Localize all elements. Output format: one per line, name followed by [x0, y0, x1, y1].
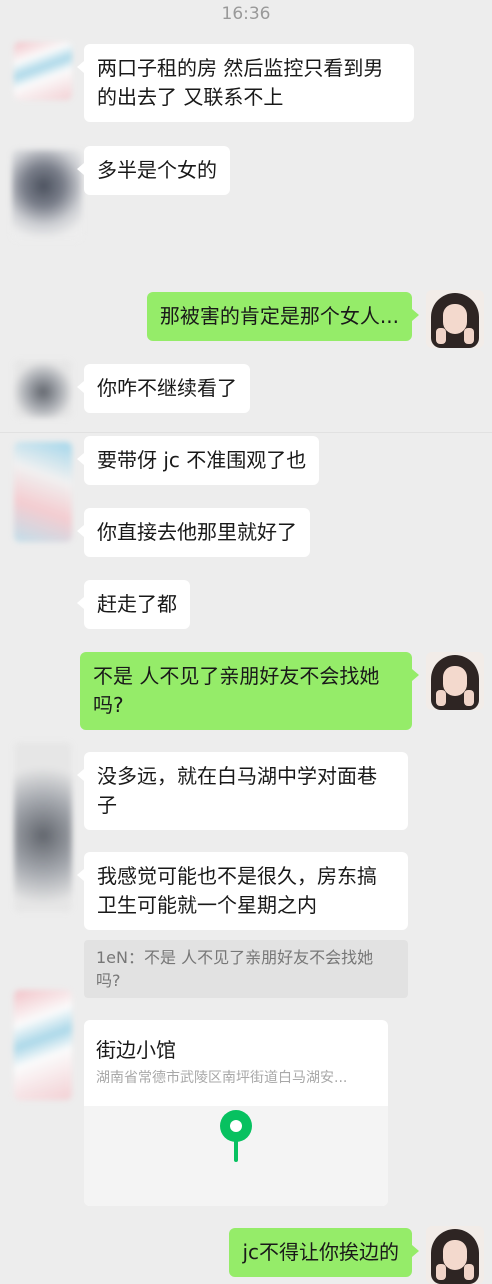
contact-avatar[interactable]: [14, 42, 72, 100]
message-bubble[interactable]: 不是 人不见了亲朋好友不会找她 吗?: [80, 652, 419, 730]
message-bubble[interactable]: 赶走了都: [77, 580, 190, 629]
time-stamp: 16:36: [221, 4, 271, 24]
self-avatar[interactable]: [426, 1226, 484, 1284]
message-bubble[interactable]: 没多远，就在白马湖中学对面巷 子: [77, 752, 408, 830]
location-address: 湖南省常德市武陵区南坪街道白马湖安...: [96, 1070, 348, 1086]
quoted-message[interactable]: 1eN：不是 人不见了亲朋好友不会找她 吗?: [84, 940, 408, 998]
message-bubble[interactable]: 那被害的肯定是那个女人...: [146, 292, 420, 341]
contact-avatar[interactable]: [14, 742, 72, 912]
location-map[interactable]: [84, 1106, 388, 1206]
contact-avatar[interactable]: [14, 360, 72, 418]
message-bubble[interactable]: 我感觉可能也不是很久，房东搞 卫生可能就一个星期之内: [77, 852, 408, 930]
message-bubble[interactable]: 多半是个女的: [77, 146, 230, 195]
message-bubble[interactable]: 两口子租的房 然后监控只看到男 的出去了 又联系不上: [77, 44, 414, 122]
message-bubble[interactable]: 你直接去他那里就好了: [77, 508, 310, 557]
contact-avatar[interactable]: [14, 442, 72, 542]
message-bubble[interactable]: 你咋不继续看了: [77, 364, 250, 413]
location-card[interactable]: 街边小馆 湖南省常德市武陵区南坪街道白马湖安...: [84, 1020, 388, 1206]
location-name: 街边小馆: [96, 1038, 176, 1062]
message-bubble[interactable]: 要带伢 jc 不准围观了也: [76, 436, 320, 485]
contact-avatar[interactable]: [14, 990, 72, 1100]
contact-avatar[interactable]: [12, 150, 82, 240]
self-avatar[interactable]: [426, 290, 484, 348]
self-avatar[interactable]: [426, 652, 484, 710]
message-bubble[interactable]: jc不得让你挨边的: [229, 1228, 419, 1277]
screenshot-divider: [0, 432, 492, 433]
